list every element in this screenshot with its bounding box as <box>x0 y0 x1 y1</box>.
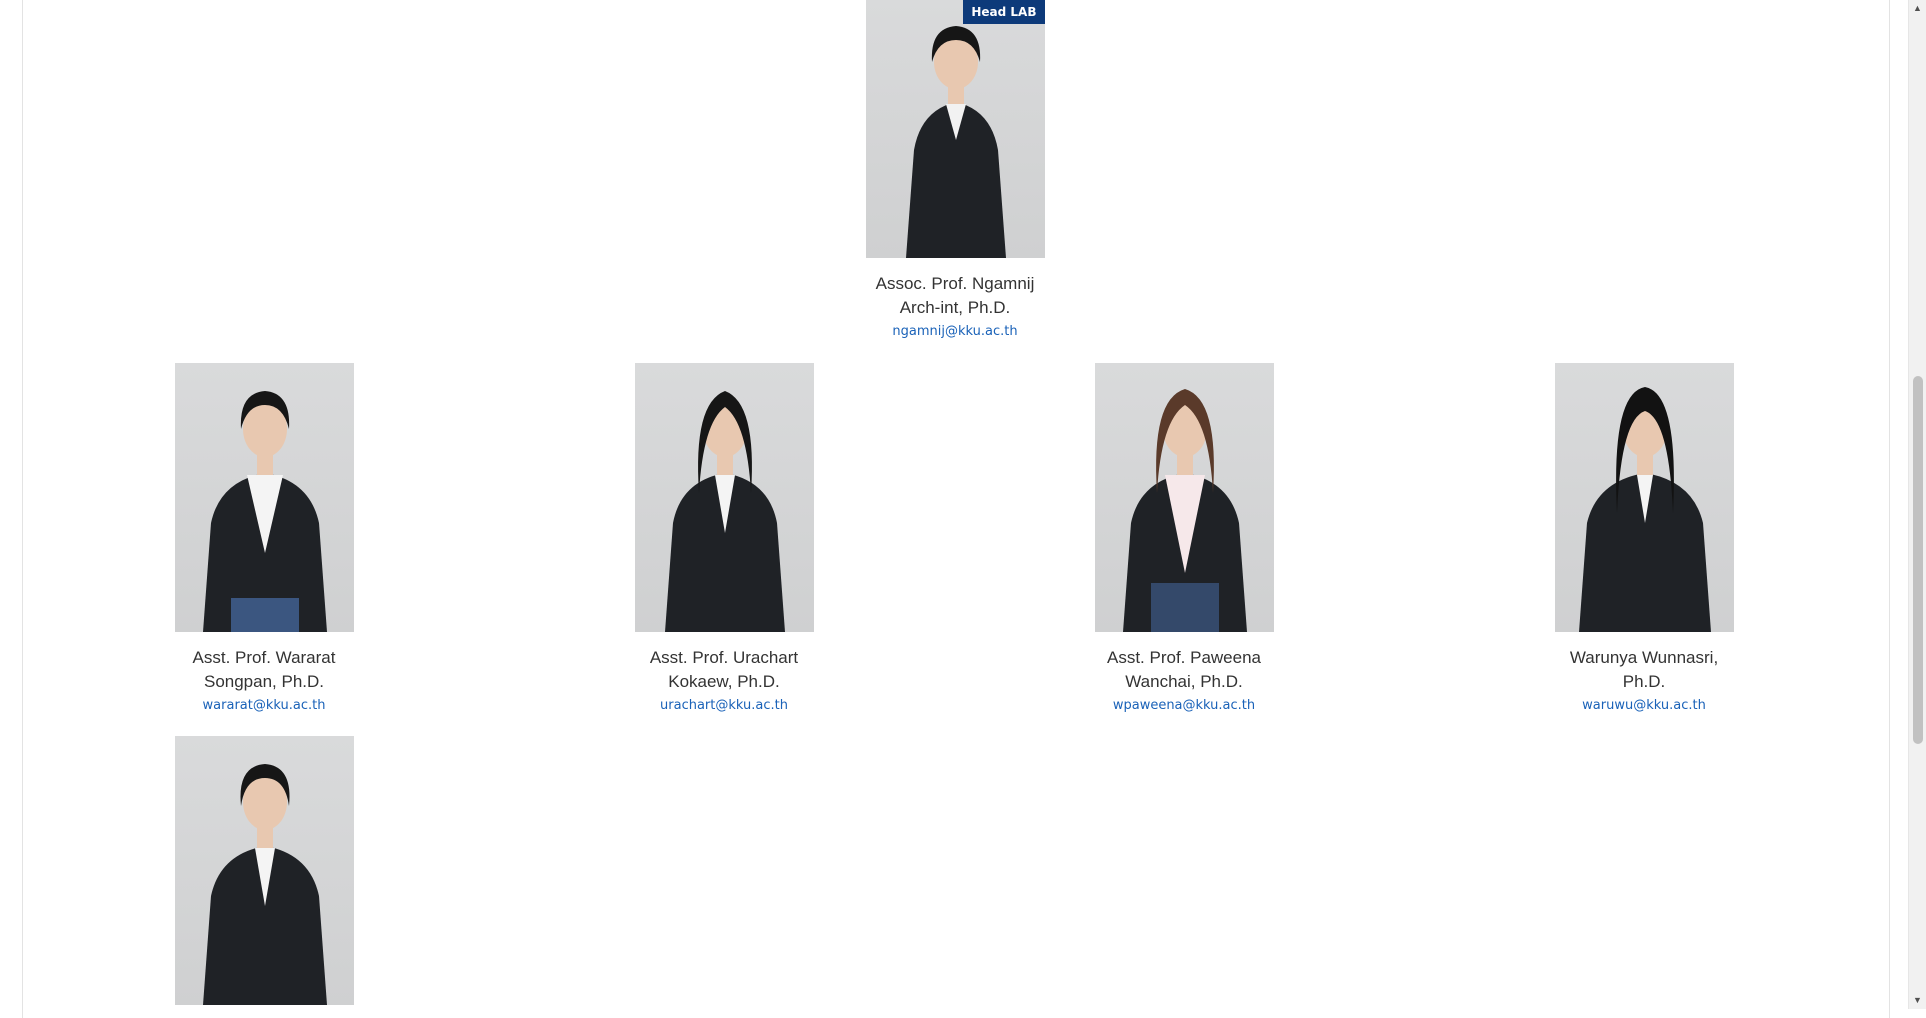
member-name: Asst. Prof. Paweena Wanchai, Ph.D. <box>1106 648 1262 691</box>
vertical-scrollbar[interactable]: ▲ ▼ <box>1908 0 1926 1009</box>
content-frame: Head LAB Assoc. Prof. Ngamnij Arch-int, … <box>22 0 1890 1018</box>
member-email-link[interactable]: urachart@kku.ac.th <box>574 698 874 713</box>
member-card: Warunya Wunnasri, Ph.D. waruwu@kku.ac.th <box>1494 363 1794 713</box>
member-name: Asst. Prof. Wararat Songpan, Ph.D. <box>192 648 336 691</box>
member-card: Asst. Prof. Wararat Songpan, Ph.D. warar… <box>114 363 414 713</box>
person-silhouette-icon <box>202 391 327 632</box>
scroll-down-button[interactable]: ▼ <box>1909 992 1926 1009</box>
profile-photo <box>174 363 354 632</box>
person-silhouette-icon <box>202 764 327 1005</box>
member-email-link[interactable]: waruwu@kku.ac.th <box>1494 698 1794 713</box>
member-email-link[interactable]: wpaweena@kku.ac.th <box>1034 698 1334 713</box>
member-card <box>114 736 414 1005</box>
arrow-up-icon: ▲ <box>1913 3 1922 13</box>
person-silhouette-icon <box>1578 387 1711 632</box>
member-card: Asst. Prof. Paweena Wanchai, Ph.D. wpawe… <box>1034 363 1334 713</box>
scroll-up-button[interactable]: ▲ <box>1909 0 1926 17</box>
profile-photo <box>1554 363 1734 632</box>
member-name: Assoc. Prof. Ngamnij Arch-int, Ph.D. <box>875 274 1035 317</box>
profile-photo <box>634 363 814 632</box>
member-card-head: Head LAB Assoc. Prof. Ngamnij Arch-int, … <box>805 0 1105 339</box>
page: Head LAB Assoc. Prof. Ngamnij Arch-int, … <box>0 0 1926 1018</box>
member-name: Warunya Wunnasri, Ph.D. <box>1569 648 1719 691</box>
arrow-down-icon: ▼ <box>1913 995 1922 1005</box>
scroll-thumb[interactable] <box>1913 376 1923 744</box>
member-email-link[interactable]: wararat@kku.ac.th <box>114 698 414 713</box>
profile-photo <box>1094 363 1274 632</box>
profile-photo <box>174 736 354 1005</box>
person-silhouette-icon <box>664 391 785 632</box>
person-silhouette-icon <box>1122 389 1247 632</box>
member-email-link[interactable]: ngamnij@kku.ac.th <box>805 324 1105 339</box>
person-silhouette-icon <box>905 26 1006 258</box>
head-lab-badge: Head LAB <box>963 0 1045 24</box>
member-card: Asst. Prof. Urachart Kokaew, Ph.D. urach… <box>574 363 874 713</box>
member-name: Asst. Prof. Urachart Kokaew, Ph.D. <box>649 648 799 691</box>
profile-photo: Head LAB <box>865 0 1045 258</box>
